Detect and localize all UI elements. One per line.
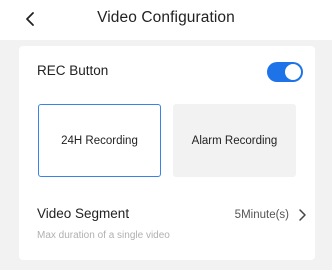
mode-alarm-recording-button[interactable]: Alarm Recording <box>173 104 296 177</box>
header-bar: Video Configuration <box>0 0 332 40</box>
rec-button-toggle[interactable] <box>267 62 303 82</box>
toggle-knob <box>285 64 301 80</box>
page-title: Video Configuration <box>97 9 235 26</box>
rec-button-label: REC Button <box>37 63 109 78</box>
video-segment-label: Video Segment <box>37 206 130 221</box>
video-segment-value: 5Minute(s) <box>234 209 289 221</box>
mode-alarm-recording-label: Alarm Recording <box>191 134 278 147</box>
video-segment-description: Max duration of a single video <box>37 230 170 241</box>
mode-24h-recording-label: 24H Recording <box>61 134 138 147</box>
settings-card: REC Button 24H Recording Alarm Recording… <box>19 46 315 260</box>
chevron-right-icon <box>299 209 306 221</box>
rec-button-row: REC Button <box>19 46 315 90</box>
mode-24h-recording-button[interactable]: 24H Recording <box>38 104 161 177</box>
video-segment-row[interactable]: Video Segment Max duration of a single v… <box>19 196 315 246</box>
